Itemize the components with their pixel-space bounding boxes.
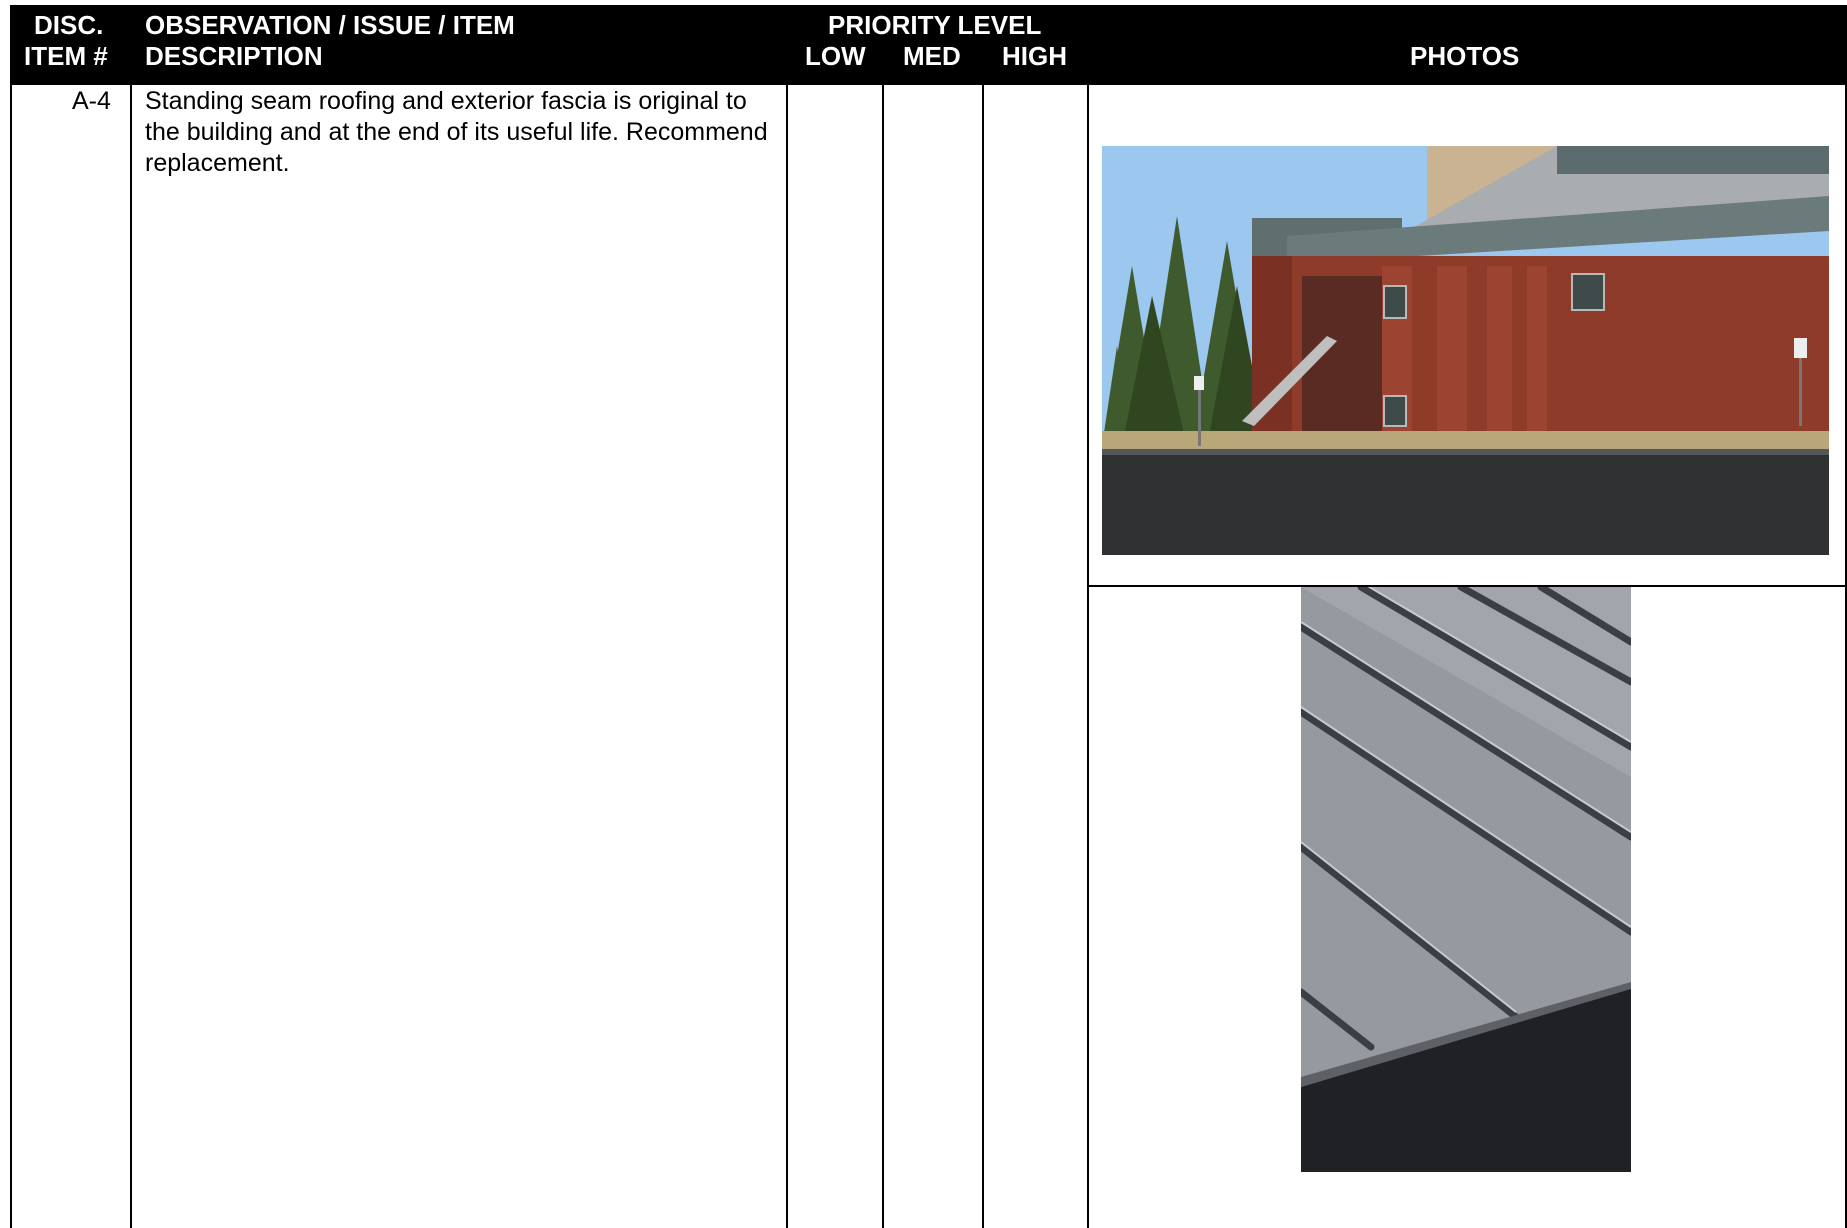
table-border-left <box>10 85 12 1228</box>
table-header: DISC. ITEM # OBSERVATION / ISSUE / ITEM … <box>10 5 1847 85</box>
header-description: DESCRIPTION <box>145 41 323 71</box>
header-item-number: ITEM # <box>24 41 108 71</box>
header-disc: DISC. <box>34 10 104 40</box>
header-priority-level: PRIORITY LEVEL <box>828 10 1042 40</box>
column-divider-low <box>882 85 884 1228</box>
header-priority-med: MED <box>903 41 961 71</box>
header-priority-high: HIGH <box>1002 41 1067 71</box>
building-exterior-photo <box>1102 146 1829 555</box>
roof-seam-closeup-photo <box>1301 587 1631 1172</box>
header-observation: OBSERVATION / ISSUE / ITEM <box>145 10 515 40</box>
header-priority-low: LOW <box>805 41 866 71</box>
column-divider-description <box>786 85 788 1228</box>
column-divider-item <box>130 85 132 1228</box>
item-description: Standing seam roofing and exterior fasci… <box>145 87 768 177</box>
column-divider-med <box>982 85 984 1228</box>
column-divider-high <box>1087 85 1089 1228</box>
header-photos: PHOTOS <box>1410 41 1520 71</box>
item-number: A-4 <box>72 87 111 115</box>
